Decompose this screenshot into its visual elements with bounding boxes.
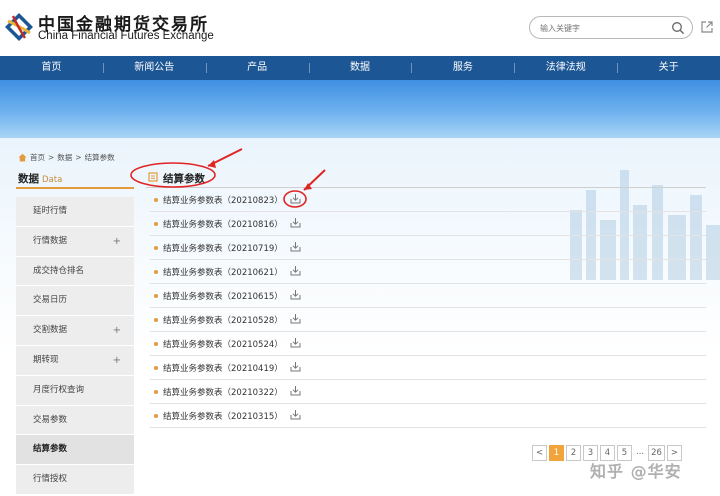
sidebar-item-trading-params[interactable]: 交易参数 [16,405,134,436]
breadcrumb: 首页 > 数据 > 结算参数 [18,152,115,163]
download-icon[interactable] [290,289,301,300]
sidebar-item-position-ranking[interactable]: 成交持仓排名 [16,256,134,287]
sidebar-item-quote-license[interactable]: 行情授权 [16,465,134,495]
sidebar-item-label: 延时行情 [33,206,68,216]
search-box [529,16,693,39]
list-item: 结算业务参数表（20210315） [150,404,706,428]
download-icon[interactable] [290,361,301,372]
pagination-prev-button[interactable]: < [532,445,547,461]
sidebar-item-label: 行情授权 [33,474,68,485]
expand-icon[interactable]: + [113,346,121,375]
sidebar-title-cn: 数据 [18,173,39,185]
search-input[interactable] [540,20,670,36]
download-icon[interactable] [290,217,301,228]
nav-item-services[interactable]: 服务 [411,56,514,80]
list-item-link[interactable]: 结算业务参数表（20210719） [163,242,283,254]
sidebar-item-label: 期转现 [33,354,59,365]
list-item: 结算业务参数表（20210816） [150,212,706,236]
bullet-icon [154,366,158,370]
search-icon[interactable] [671,21,685,35]
sidebar-item-label: 交易日历 [33,295,68,306]
sidebar-item-label: 交割数据 [33,325,68,336]
bullet-icon [154,270,158,274]
site-header: 中国金融期货交易所 China Financial Futures Exchan… [0,0,720,56]
nav-item-news[interactable]: 新闻公告 [102,56,206,80]
bullet-icon [154,414,158,418]
nav-item-products[interactable]: 产品 [205,56,309,80]
sidebar-item-label: 结算参数 [33,444,68,455]
bullet-icon [154,246,158,250]
bullet-icon [154,198,158,202]
download-icon[interactable] [290,241,301,252]
bullet-icon [154,294,158,298]
sidebar-title: 数据 Data [18,171,62,186]
breadcrumb-data[interactable]: 数据 [57,152,72,163]
sidebar-item-market-data[interactable]: 行情数据 + [16,226,134,257]
nav-item-data[interactable]: 数据 [308,56,412,80]
breadcrumb-home[interactable]: 首页 [30,152,45,163]
main-nav: 首页 新闻公告 产品 数据 服务 法律法规 关于 [0,56,720,80]
list-item: 结算业务参数表（20210419） [150,356,706,380]
breadcrumb-separator: > [75,153,82,162]
download-icon[interactable] [290,313,301,324]
sidebar-item-label: 行情数据 [33,235,68,246]
list-item: 结算业务参数表（20210524） [150,332,706,356]
nav-item-laws[interactable]: 法律法规 [514,56,617,80]
list-item-link[interactable]: 结算业务参数表（20210823） [163,194,283,206]
sidebar-menu: 延时行情 行情数据 + 成交持仓排名 交易日历 交割数据 + 期转现 + 月度行权查询… [16,197,134,495]
sidebar-item-efp[interactable]: 期转现 + [16,345,134,376]
sidebar-item-label: 月度行权查询 [33,384,85,395]
list-item-link[interactable]: 结算业务参数表（20210621） [163,266,283,278]
list-item-link[interactable]: 结算业务参数表（20210524） [163,338,283,350]
breadcrumb-separator: > [48,153,55,162]
download-icon[interactable] [290,265,301,276]
banner [0,80,720,138]
nav-item-about[interactable]: 关于 [617,56,720,80]
pagination-page-2[interactable]: 2 [566,445,581,461]
list-item-link[interactable]: 结算业务参数表（20210615） [163,290,283,302]
bullet-icon [154,222,158,226]
sidebar-item-delivery-data[interactable]: 交割数据 + [16,316,134,346]
share-icon[interactable] [700,20,714,34]
bullet-icon [154,342,158,346]
bullet-icon [154,390,158,394]
pagination-page-1[interactable]: 1 [549,445,564,461]
nav-item-home[interactable]: 首页 [0,56,103,80]
list-item: 结算业务参数表（20210615） [150,284,706,308]
list-item: 结算业务参数表（20210322） [150,380,706,404]
sidebar-title-en: Data [42,175,63,185]
expand-icon[interactable]: + [113,227,121,256]
sidebar-item-trading-calendar[interactable]: 交易日历 [16,286,134,317]
watermark: 知乎 @华安 [590,462,682,481]
list-item: 结算业务参数表（20210823） [150,188,706,212]
list-item-link[interactable]: 结算业务参数表（20210315） [163,410,283,422]
download-icon[interactable] [290,193,301,204]
sidebar-item-settlement-params[interactable]: 结算参数 [16,435,134,466]
download-icon[interactable] [290,409,301,420]
sidebar-item-label: 成交持仓排名 [33,265,85,276]
document-icon [148,172,158,182]
sidebar-item-label: 交易参数 [33,414,68,425]
home-icon [18,153,27,162]
logo-english-name: China Financial Futures Exchange [38,30,214,42]
list-item: 结算业务参数表（20210719） [150,236,706,260]
download-icon[interactable] [290,337,301,348]
download-icon[interactable] [290,385,301,396]
list-item-link[interactable]: 结算业务参数表（20210816） [163,218,283,230]
sidebar-item-monthly-exercise[interactable]: 月度行权查询 [16,375,134,406]
exchange-logo-icon[interactable] [4,12,34,42]
list-item-link[interactable]: 结算业务参数表（20210528） [163,314,283,326]
breadcrumb-current: 结算参数 [84,153,115,162]
expand-icon[interactable]: + [113,316,121,345]
list-item-link[interactable]: 结算业务参数表（20210419） [163,362,283,374]
list-item: 结算业务参数表（20210528） [150,308,706,332]
page-title: 结算参数 [163,173,205,185]
bullet-icon [154,318,158,322]
list-item-link[interactable]: 结算业务参数表（20210322） [163,386,283,398]
list-item: 结算业务参数表（20210621） [150,260,706,284]
sidebar-title-underline [16,187,134,189]
sidebar-item-delayed-quotes[interactable]: 延时行情 [16,197,134,227]
